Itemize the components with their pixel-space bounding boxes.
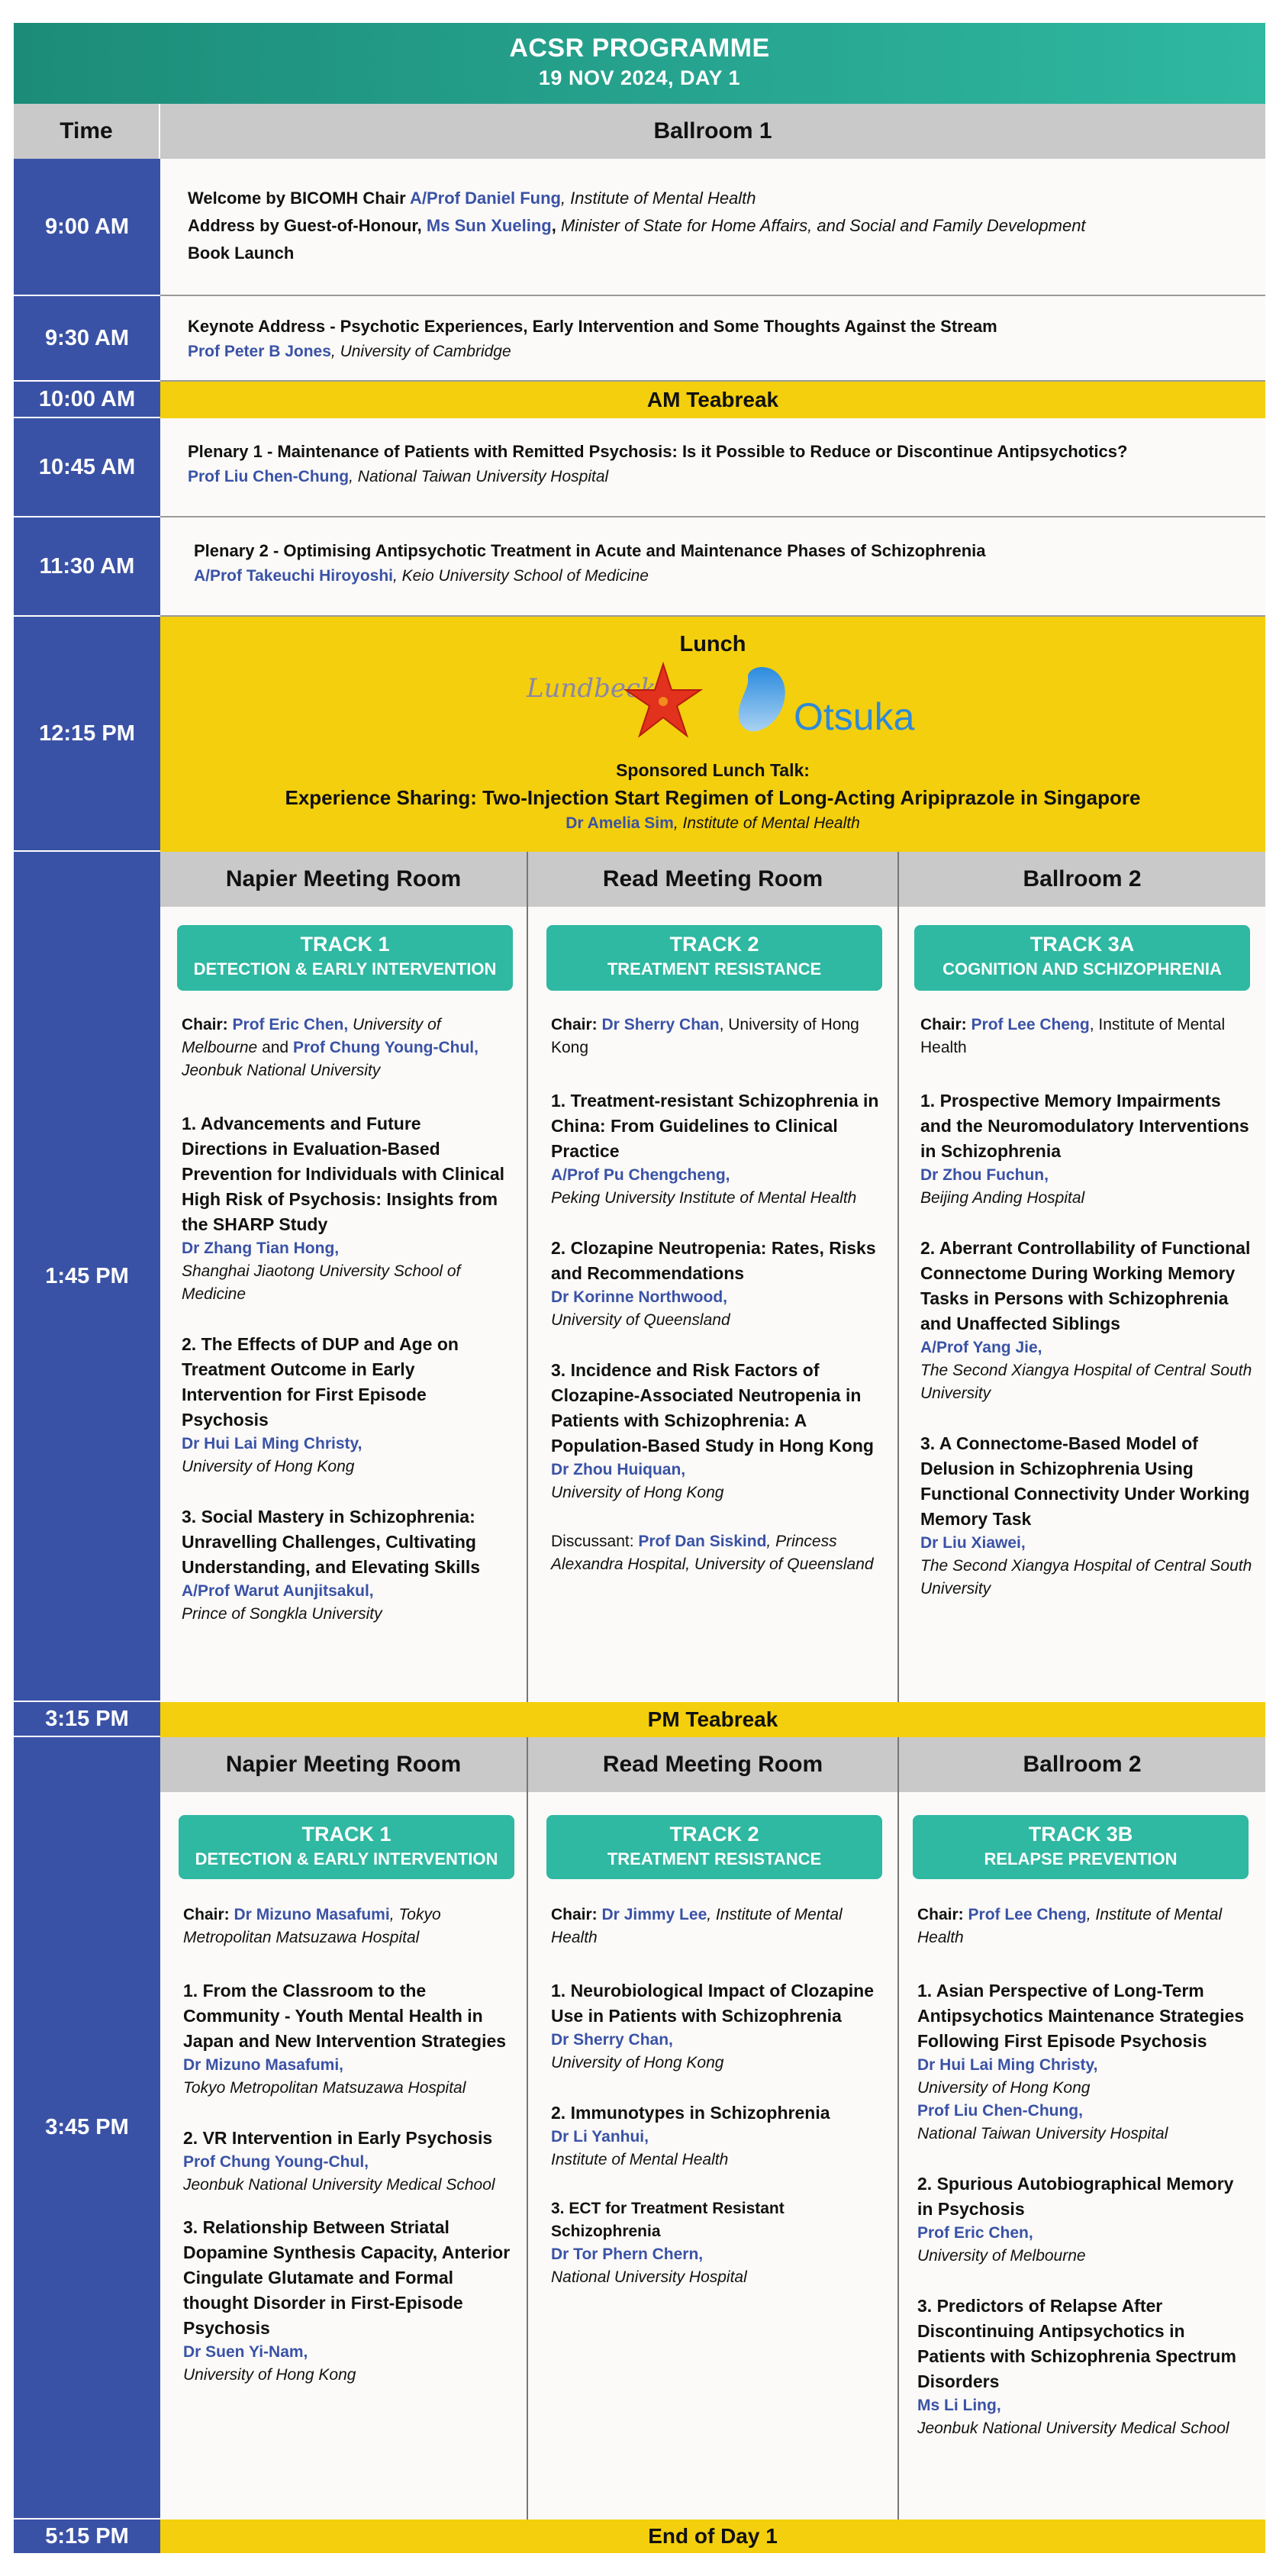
programme-date: 19 NOV 2024, DAY 1 [538,66,741,89]
track1-badge: TRACK 1 DETECTION & EARLY INTERVENTION [179,1815,514,1879]
time-1130am: 11:30 AM [14,517,160,617]
talk-item: 2. Aberrant Controllability of Functiona… [920,1238,1252,1402]
column-divider [897,852,899,1702]
room-napier: Napier Meeting Room [160,1737,527,1792]
talk-item: 2. Immunotypes in Schizophrenia Dr Li Ya… [551,2103,830,2168]
room-read: Read Meeting Room [528,1737,897,1792]
track3b-badge: TRACK 3B RELAPSE PREVENTION [913,1815,1249,1879]
speaker-name: Ms Sun Xueling [426,216,552,235]
room-napier: Napier Meeting Room [160,852,527,907]
opening-session: Welcome by BICOMH Chair A/Prof Daniel Fu… [160,159,1265,296]
talk-item: 3. Social Mastery in Schizophrenia: Unra… [182,1507,481,1623]
talk-item: 1. From the Classroom to the Community -… [183,1981,507,2097]
track1-chair: Chair: Dr Mizuno Masafumi, Tokyo Metropo… [183,1906,441,1946]
track2-chair: Chair: Dr Sherry Chan, University of Hon… [551,1016,859,1056]
room-ballroom2: Ballroom 2 [899,852,1265,907]
plenary1-title: Plenary 1 - Maintenance of Patients with… [188,442,1128,461]
track3a-badge: TRACK 3A COGNITION AND SCHIZOPHRENIA [914,925,1250,991]
sponsored-talk-label: Sponsored Lunch Talk: [616,760,810,780]
speaker-name: A/Prof Daniel Fung [409,189,561,208]
track3a-chair: Chair: Prof Lee Cheng, Institute of Ment… [920,1016,1226,1056]
track3a-content: Chair: Prof Lee Cheng, Institute of Ment… [920,1014,1253,1627]
talk-item: 2. Clozapine Neutropenia: Rates, Risks a… [551,1238,876,1329]
time-145pm: 1:45 PM [14,852,160,1702]
time-345pm: 3:45 PM [14,1737,160,2520]
talk-item: 1. Prospective Memory Impairments and th… [920,1091,1249,1207]
track3b-content: Chair: Prof Lee Cheng, Institute of Ment… [917,1904,1253,2466]
book-launch-line: Book Launch [188,243,295,263]
ballroom-column-header: Ballroom 1 [160,104,1265,159]
sponsored-talk-title: Experience Sharing: Two-Injection Start … [285,786,1141,809]
track2-badge: TRACK 2 TREATMENT RESISTANCE [546,925,882,991]
otsuka-logo: Otsuka [794,695,915,738]
talk-item: 2. Spurious Autobiographical Memory in P… [917,2174,1234,2265]
column-divider [897,1737,899,2520]
column-divider [527,1737,528,2520]
track2-content: Chair: Dr Jimmy Lee, Institute of Mental… [551,1904,884,2315]
time-9am: 9:00 AM [14,159,160,296]
track3b-chair: Chair: Prof Lee Cheng, Institute of Ment… [917,1906,1223,1946]
programme-title: ACSR PROGRAMME [509,34,770,63]
talk-item: 3. A Connectome-Based Model of Delusion … [920,1433,1252,1598]
address-line: Address by Guest-of-Honour, Ms Sun Xueli… [188,216,1086,235]
plenary2-title: Plenary 2 - Optimising Antipsychotic Tre… [194,541,986,560]
time-515pm: 5:15 PM [14,2520,160,2553]
time-930am: 9:30 AM [14,296,160,382]
room-read: Read Meeting Room [528,852,897,907]
talk-item: 3. Incidence and Risk Factors of Clozapi… [551,1360,874,1501]
track2-badge: TRACK 2 TREATMENT RESISTANCE [546,1815,882,1879]
track1-badge: TRACK 1 DETECTION & EARLY INTERVENTION [177,925,513,991]
room-ballroom2: Ballroom 2 [899,1737,1265,1792]
programme-header: ACSR PROGRAMME 19 NOV 2024, DAY 1 [14,23,1265,104]
keynote-session: Keynote Address - Psychotic Experiences,… [160,296,1265,382]
time-10am: 10:00 AM [14,382,160,418]
plenary2-session: Plenary 2 - Optimising Antipsychotic Tre… [160,517,1265,617]
welcome-line: Welcome by BICOMH Chair A/Prof Daniel Fu… [188,189,756,208]
pm-teabreak: PM Teabreak [160,1702,1265,1737]
am-teabreak: AM Teabreak [160,382,1265,418]
plenary1-speaker: Prof Liu Chen-Chung, National Taiwan Uni… [188,468,609,485]
track2-discussant: Discussant: Prof Dan Siskind, Princess A… [551,1533,874,1573]
sponsored-talk-speaker: Dr Amelia Sim, Institute of Mental Healt… [566,814,860,832]
starfish-icon [623,661,704,738]
track2-chair: Chair: Dr Jimmy Lee, Institute of Mental… [551,1906,843,1946]
track1-chair: Chair: Prof Eric Chen, University of Mel… [182,1016,478,1079]
keynote-title: Keynote Address - Psychotic Experiences,… [188,317,997,336]
plenary1-session: Plenary 1 - Maintenance of Patients with… [160,418,1265,517]
end-of-day: End of Day 1 [160,2520,1265,2553]
column-divider [527,852,528,1702]
time-column-header: Time [14,104,160,159]
talk-item: 1. Treatment-resistant Schizophrenia in … [551,1091,879,1207]
track2-content: Chair: Dr Sherry Chan, University of Hon… [551,1014,884,1576]
plenary2-speaker: A/Prof Takeuchi Hiroyoshi, Keio Universi… [194,567,649,585]
talk-item: 1. Asian Perspective of Long-Term Antips… [917,1981,1245,2142]
talk-item: 2. The Effects of DUP and Age on Treatme… [182,1334,459,1475]
talk-item: 3. ECT for Treatment Resistant Schizophr… [551,2200,785,2286]
track1-content: Chair: Prof Eric Chen, University of Mel… [182,1014,511,1652]
lunch-title: Lunch [679,632,746,656]
keynote-speaker: Prof Peter B Jones, University of Cambri… [188,343,511,360]
talk-item: 3. Relationship Between Striatal Dopamin… [183,2217,511,2384]
lunch-session: Lunch Lundbeck Otsuka Sponsored Lunch Ta… [160,617,1265,852]
track1-content: Chair: Dr Mizuno Masafumi, Tokyo Metropo… [183,1904,513,2413]
time-1045am: 10:45 AM [14,418,160,517]
talk-item: 1. Advancements and Future Directions in… [182,1114,505,1303]
otsuka-drop-icon [738,667,785,732]
time-315pm: 3:15 PM [14,1702,160,1737]
talk-item: 3. Predictors of Relapse After Discontin… [917,2296,1236,2437]
time-1215pm: 12:15 PM [14,617,160,852]
talk-item: 1. Neurobiological Impact of Clozapine U… [551,1981,874,2071]
talk-item: 2. VR Intervention in Early Psychosis Pr… [183,2128,495,2194]
